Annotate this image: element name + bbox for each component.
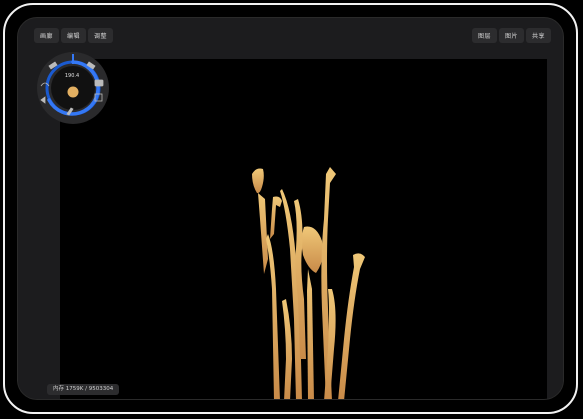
adjust-button[interactable]: 调整 [88,27,114,43]
tablet-frame: 画廊 编辑 调整 图层 图片 共享 190.4 内存 1759K / 95033… [3,3,578,414]
right-sidebar [546,52,563,399]
left-menu-group: 画廊 编辑 调整 [34,27,114,43]
top-toolbar: 画廊 编辑 调整 图层 图片 共享 [18,18,563,52]
eraser-icon[interactable] [94,79,104,87]
share-button[interactable]: 共享 [525,27,551,43]
plant-strokes [252,167,365,399]
image-button[interactable]: 图片 [498,27,524,43]
app-window: 画廊 编辑 调整 图层 图片 共享 190.4 内存 1759K / 95033… [17,17,564,400]
brush-size-value: 190.4 [64,73,80,79]
drawing-canvas[interactable] [60,59,547,399]
layers-button[interactable]: 图层 [471,27,497,43]
right-menu-group: 图层 图片 共享 [471,27,551,43]
brush-dial[interactable] [33,48,113,128]
gallery-button[interactable]: 画廊 [34,27,60,43]
memory-status: 内存 1759K / 9503304 [47,384,120,395]
edit-button[interactable]: 编辑 [61,27,87,43]
current-color-swatch[interactable] [67,86,79,98]
artwork [252,167,365,399]
